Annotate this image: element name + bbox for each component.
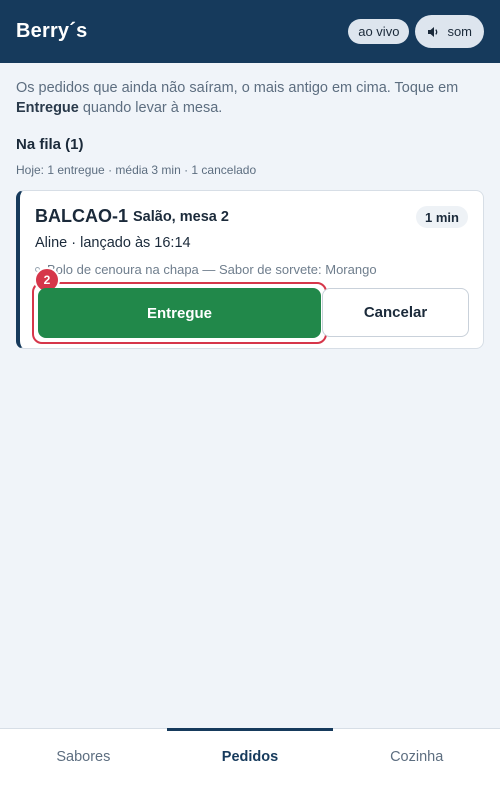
tab-cozinha[interactable]: Cozinha xyxy=(333,729,500,785)
deliver-highlight: 2 Entregue xyxy=(32,267,327,344)
order-code: BALCAO-1 xyxy=(35,206,128,226)
header-actions: ao vivo som xyxy=(348,15,484,48)
speaker-icon xyxy=(428,26,438,37)
intro-text: Os pedidos que ainda não saíram, o mais … xyxy=(16,78,481,118)
order-table: Salão, mesa 2 xyxy=(133,209,229,225)
order-meta: Aline · lançado às 16:14 xyxy=(35,235,191,251)
intro-text-start: Os pedidos que ainda não saíram, o mais … xyxy=(16,80,459,96)
intro-text-bold: Entregue xyxy=(16,100,79,116)
queue-stats: Hoje: 1 entregue · média 3 min · 1 cance… xyxy=(16,163,257,177)
order-item-text: Bolo de cenoura na chapa — Sabor de sorv… xyxy=(47,262,377,277)
deliver-button[interactable]: Entregue xyxy=(38,288,321,338)
tab-pedidos[interactable]: Pedidos xyxy=(166,728,334,785)
queue-title: Na fila (1) xyxy=(16,136,84,153)
sound-label: som xyxy=(447,24,472,39)
elapsed-time-badge: 1 min xyxy=(416,206,468,228)
bottom-nav: Sabores Pedidos Cozinha xyxy=(0,728,500,785)
intro-text-end: quando levar à mesa. xyxy=(78,100,223,116)
brand-title: Berry´s xyxy=(16,20,88,42)
live-badge: ao vivo xyxy=(348,19,410,44)
order-item: Bolo de cenoura na chapa — Sabor de sorv… xyxy=(35,262,377,277)
sound-toggle-button[interactable]: som xyxy=(415,15,484,48)
app-header: Berry´s ao vivo som xyxy=(0,0,500,63)
tab-sabores[interactable]: Sabores xyxy=(0,729,167,785)
cancel-button[interactable]: Cancelar xyxy=(322,288,469,337)
order-card: BALCAO-1 Salão, mesa 2 1 min Aline · lan… xyxy=(16,190,484,349)
